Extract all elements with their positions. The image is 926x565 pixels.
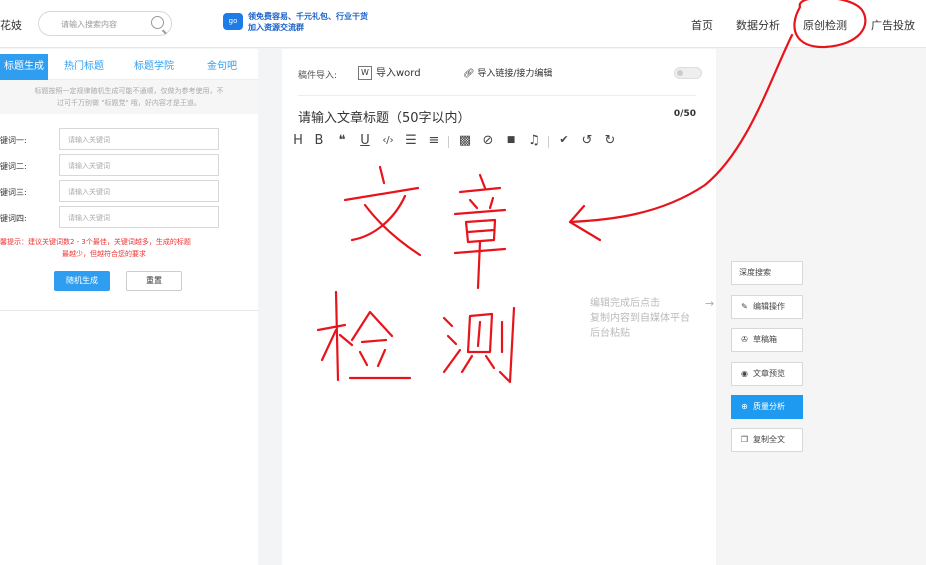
- edit-operations-button[interactable]: ✎ 编辑操作: [731, 295, 803, 319]
- paste-hint: 编辑完成后点击 复制内容到自媒体平台 后台粘贴: [590, 296, 710, 341]
- keyword-1-input[interactable]: 请输入关键词: [59, 128, 219, 150]
- analysis-icon: ⊕: [741, 402, 748, 411]
- copy-icon: ❐: [740, 435, 749, 444]
- tab-title-academy[interactable]: 标题学院: [132, 54, 176, 80]
- preview-label: 文章预览: [753, 369, 785, 378]
- warning-line-1: 馨提示：建议关键词数2 - 3个最佳，关键词越多，生成的标题: [0, 238, 191, 246]
- title-placeholder: 请输入文章标题（50字以内）: [298, 111, 471, 126]
- video-icon[interactable]: ■: [502, 135, 520, 145]
- promo-line-1: 领免费容易、千元礼包、行业干货: [248, 12, 368, 21]
- reset-button[interactable]: 重置: [126, 271, 182, 291]
- deep-search-button[interactable]: 深度搜索: [731, 261, 803, 285]
- keyword-1-label: 键词一:: [0, 136, 27, 145]
- clear-format-icon[interactable]: ✔: [555, 133, 573, 146]
- code-icon[interactable]: ‹/›: [379, 135, 397, 146]
- keyword-3-input[interactable]: 请输入关键词: [59, 180, 219, 202]
- nav-home[interactable]: 首页: [691, 17, 713, 33]
- keyword-4-input[interactable]: 请输入关键词: [59, 206, 219, 228]
- promo-icon[interactable]: go: [223, 13, 243, 30]
- keyword-warning: 馨提示：建议关键词数2 - 3个最佳，关键词越多，生成的标题 最越少，但越符合您…: [0, 236, 258, 260]
- keyword-4-label: 键词四:: [0, 214, 27, 223]
- hint-line-2: 复制内容到自媒体平台: [590, 313, 690, 324]
- image-icon[interactable]: ▩: [456, 133, 474, 148]
- title-generator-panel: 标题生成 热门标题 标题学院 金句吧 标题按照一定规律随机生成可能不通顺，仅做为…: [0, 49, 258, 565]
- promo-line-2: 加入资源交流群: [248, 23, 304, 32]
- keyword-2-input[interactable]: 请输入关键词: [59, 154, 219, 176]
- generator-tip: 标题按照一定规律随机生成可能不通顺，仅做为参考使用，不 过可千万别做 "标题党"…: [0, 80, 258, 114]
- arrow-right-icon: →: [705, 297, 715, 310]
- deep-search-label: 深度搜索: [739, 268, 771, 277]
- drafts-icon: ✇: [741, 335, 748, 344]
- quote-icon[interactable]: ❝: [333, 133, 351, 148]
- edit-operations-label: 编辑操作: [753, 302, 785, 311]
- audio-icon[interactable]: ♫: [525, 133, 543, 148]
- preview-button[interactable]: ◉ 文章预览: [731, 362, 803, 386]
- tab-hot-titles[interactable]: 热门标题: [62, 54, 106, 80]
- import-label: 稿件导入:: [298, 71, 338, 81]
- search-icon[interactable]: [151, 16, 164, 29]
- top-bar: 花妓 请输入搜索内容 go 领免费容易、千元礼包、行业干货 加入资源交流群 首页…: [0, 0, 926, 48]
- underline-icon[interactable]: U: [356, 133, 374, 148]
- link-icon[interactable]: ⊘: [479, 133, 497, 148]
- title-field[interactable]: 请输入文章标题（50字以内） 0/50: [298, 95, 696, 127]
- nav-data-analysis[interactable]: 数据分析: [736, 17, 780, 33]
- edit-icon: ✎: [741, 302, 748, 311]
- toolbar-divider: [448, 136, 449, 148]
- tip-line-1: 标题按照一定规律随机生成可能不通顺，仅做为参考使用，不: [34, 87, 224, 95]
- copy-all-label: 复制全文: [753, 435, 785, 444]
- panel-divider: [0, 310, 258, 311]
- redo-icon[interactable]: ↻: [601, 133, 619, 148]
- eye-icon: ◉: [741, 369, 748, 378]
- search-input[interactable]: 请输入搜索内容: [38, 11, 172, 36]
- import-link-button[interactable]: 🔗︎ 导入链接/接力编辑: [463, 66, 552, 79]
- site-logo[interactable]: 花妓: [0, 17, 22, 33]
- quality-analysis-button[interactable]: ⊕ 质量分析: [731, 395, 803, 419]
- tab-title-generate[interactable]: 标题生成: [0, 54, 48, 80]
- hint-line-3: 后台粘贴: [590, 328, 630, 339]
- keyword-3-label: 键词三:: [0, 188, 27, 197]
- copy-all-button[interactable]: ❐ 复制全文: [731, 428, 803, 452]
- ordered-list-icon[interactable]: ☰: [402, 133, 420, 148]
- link-icon: 🔗︎: [463, 69, 475, 79]
- toggle-switch[interactable]: [674, 67, 702, 79]
- import-word-button[interactable]: W 导入word: [358, 64, 421, 82]
- title-char-count: 0/50: [673, 109, 696, 119]
- heading-icon[interactable]: H: [289, 133, 307, 148]
- panel-tabs: 标题生成 热门标题 标题学院 金句吧: [0, 54, 258, 80]
- tab-golden-quotes[interactable]: 金句吧: [205, 54, 239, 80]
- quality-analysis-label: 质量分析: [753, 402, 785, 411]
- toolbar-divider: [548, 136, 549, 148]
- word-icon: W: [358, 66, 372, 80]
- warning-line-2: 最越少，但越符合您的要求: [62, 250, 146, 258]
- hint-line-1: 编辑完成后点击: [590, 298, 660, 309]
- drafts-button[interactable]: ✇ 草稿箱: [731, 328, 803, 352]
- drafts-label: 草稿箱: [753, 335, 777, 344]
- search-placeholder: 请输入搜索内容: [61, 20, 117, 29]
- promo-banner[interactable]: 领免费容易、千元礼包、行业干货 加入资源交流群: [248, 11, 398, 33]
- import-word-label: 导入word: [376, 68, 421, 79]
- nav-originality-check[interactable]: 原创检测: [803, 17, 847, 33]
- import-link-label: 导入链接/接力编辑: [477, 69, 553, 79]
- tip-line-2: 过可千万别做 "标题党" 哦，好内容才是王道。: [57, 99, 201, 107]
- unordered-list-icon[interactable]: ≡: [425, 133, 443, 148]
- generate-button[interactable]: 随机生成: [54, 271, 110, 291]
- nav-advertising[interactable]: 广告投放: [871, 17, 915, 33]
- bold-icon[interactable]: B: [310, 133, 328, 148]
- undo-icon[interactable]: ↺: [578, 133, 596, 148]
- keyword-2-label: 键词二:: [0, 162, 27, 171]
